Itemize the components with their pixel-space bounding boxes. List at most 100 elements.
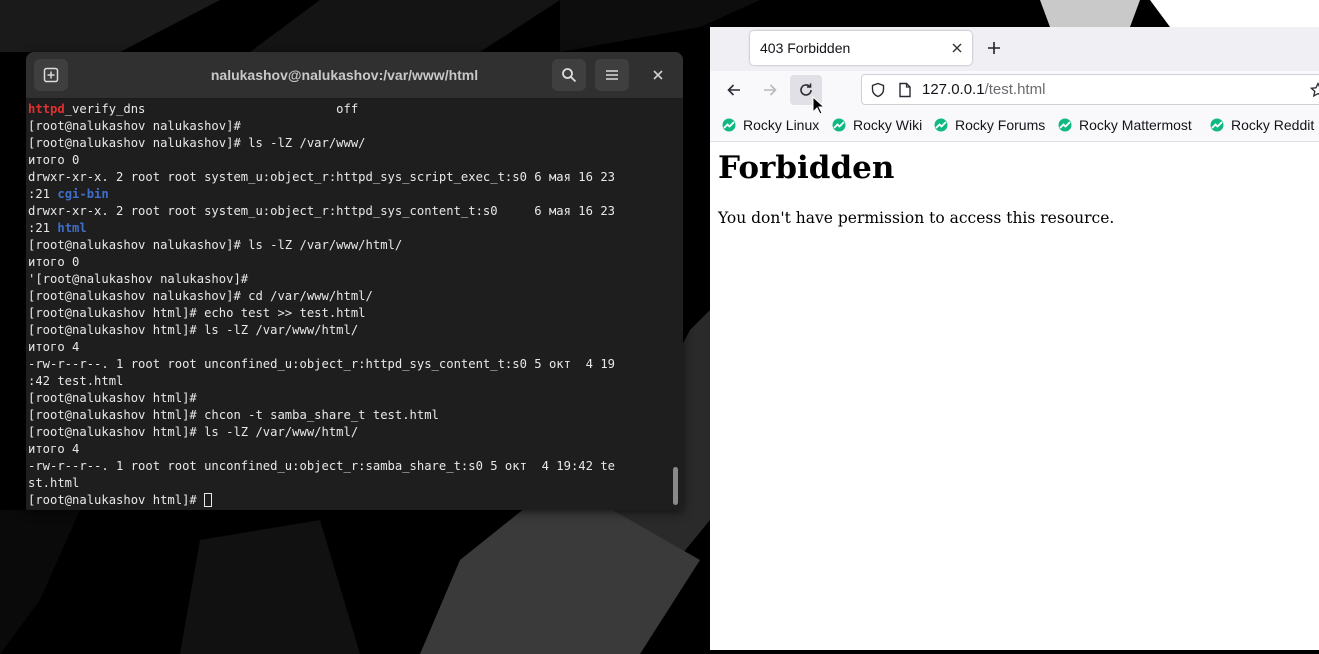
terminal-line: :42 test.html (28, 373, 669, 390)
terminal-text-segment: drwxr-xr-x. 2 root root system_u:object_… (28, 204, 615, 218)
terminal-text-segment: -rw-r--r--. 1 root root unconfined_u:obj… (28, 459, 615, 473)
terminal-text-segment: [root@nalukashov html]# chcon -t samba_s… (28, 408, 439, 422)
close-icon (952, 43, 962, 53)
terminal-text-segment: -rw-r--r--. 1 root root unconfined_u:obj… (28, 357, 615, 371)
rocky-linux-icon (722, 118, 736, 132)
terminal-text-segment: :21 (28, 221, 58, 235)
terminal-scrollbar[interactable] (673, 467, 678, 505)
navigation-toolbar: 127.0.0.1/test.html (710, 71, 1319, 109)
terminal-text-segment: [root@nalukashov html]# (28, 391, 197, 405)
terminal-line: [root@nalukashov html]# ls -lZ /var/www/… (28, 424, 669, 441)
terminal-line: drwxr-xr-x. 2 root root system_u:object_… (28, 169, 669, 186)
terminal-line: [root@nalukashov nalukashov]# ls -lZ /va… (28, 237, 669, 254)
rocky-linux-icon (1210, 118, 1224, 132)
terminal-line: -rw-r--r--. 1 root root unconfined_u:obj… (28, 356, 669, 373)
terminal-line: :21 html (28, 220, 669, 237)
bookmark-item[interactable]: Rocky Reddit (1210, 109, 1314, 141)
terminal-text-segment: итого 4 (28, 340, 80, 354)
terminal-title: nalukashov@nalukashov:/var/www/html (210, 67, 479, 83)
plus-icon (988, 42, 1000, 54)
terminal-text-segment: :21 (28, 187, 58, 201)
terminal-line: [root@nalukashov nalukashov]# (28, 118, 669, 135)
terminal-line: [root@nalukashov html]# chcon -t samba_s… (28, 407, 669, 424)
terminal-text-segment: httpd (28, 102, 65, 116)
terminal-line: итого 0 (28, 254, 669, 271)
browser-window[interactable]: 403 Forbidden 127.0.0.1/test.html Rocky … (710, 27, 1319, 650)
terminal-line: [root@nalukashov nalukashov]# cd /var/ww… (28, 288, 669, 305)
terminal-text-segment: html (57, 221, 87, 235)
terminal-text-segment: итого 4 (28, 442, 80, 456)
menu-button[interactable] (595, 59, 629, 91)
terminal-text-segment: :42 test.html (28, 374, 124, 388)
bookmarks-toolbar: Rocky Linux Rocky Wiki Rocky Forums Rocky M… (710, 109, 1319, 142)
tab-title: 403 Forbidden (760, 40, 851, 56)
rocky-linux-icon (832, 118, 846, 132)
rocky-linux-icon (1058, 118, 1072, 132)
terminal-line: [root@nalukashov html]# (28, 492, 669, 509)
mouse-pointer-icon (812, 96, 824, 115)
terminal-header-bar: nalukashov@nalukashov:/var/www/html (26, 52, 683, 99)
bookmark-label: Rocky Forums (955, 117, 1046, 133)
terminal-text-segment: [root@nalukashov html]# echo test >> tes… (28, 306, 366, 320)
page-heading: Forbidden (718, 150, 895, 186)
new-tab-button[interactable] (984, 38, 1004, 58)
forward-button[interactable] (754, 75, 786, 105)
terminal-line: итого 4 (28, 441, 669, 458)
bookmark-item[interactable]: Rocky Mattermost (1058, 109, 1192, 141)
terminal-text-segment: итого 0 (28, 153, 80, 167)
terminal-line: [root@nalukashov html]# (28, 390, 669, 407)
new-tab-icon (43, 67, 59, 83)
arrow-left-icon (727, 84, 740, 96)
terminal-text-segment: [root@nalukashov nalukashov]# cd /var/ww… (28, 289, 373, 303)
terminal-text-segment: drwxr-xr-x. 2 root root system_u:object_… (28, 170, 615, 184)
bookmark-item[interactable]: Rocky Linux (722, 109, 819, 141)
browser-tab-active[interactable]: 403 Forbidden (750, 31, 972, 65)
terminal-line: :21 cgi-bin (28, 186, 669, 203)
search-button[interactable] (552, 59, 586, 91)
browser-tab-bar: 403 Forbidden (710, 27, 1319, 71)
tab-close-button[interactable] (948, 39, 966, 57)
url-bar[interactable]: 127.0.0.1/test.html (861, 74, 1319, 105)
bookmark-item[interactable]: Rocky Wiki (832, 109, 922, 141)
terminal-close-button[interactable] (648, 65, 668, 85)
new-tab-button[interactable] (34, 59, 68, 91)
terminal-line: [root@nalukashov html]# echo test >> tes… (28, 305, 669, 322)
terminal-text-segment: [root@nalukashov nalukashov]# ls -lZ /va… (28, 136, 366, 150)
terminal-text-segment: [root@nalukashov html]# ls -lZ /var/www/… (28, 323, 359, 337)
terminal-text-segment: [root@nalukashov html]# (28, 493, 205, 507)
url-path: /test.html (984, 81, 1046, 98)
terminal-output[interactable]: httpd_verify_dns off [root@nalukashov nal… (28, 101, 669, 509)
page-icon[interactable] (898, 82, 912, 98)
terminal-text-segment: итого 0 (28, 255, 80, 269)
bookmark-item[interactable]: Rocky Forums (934, 109, 1045, 141)
star-icon[interactable] (1310, 82, 1319, 98)
arrow-right-icon (764, 84, 777, 96)
bookmark-label: Rocky Mattermost (1079, 117, 1192, 133)
bookmark-label: Rocky Reddit (1231, 117, 1315, 133)
url-host: 127.0.0.1 (922, 81, 985, 98)
terminal-text-segment: st.html (28, 476, 80, 490)
terminal-cursor (204, 493, 213, 507)
terminal-text-segment: [root@nalukashov html]# ls -lZ /var/www/… (28, 425, 359, 439)
rocky-linux-icon (934, 118, 948, 132)
terminal-line: drwxr-xr-x. 2 root root system_u:object_… (28, 203, 669, 220)
terminal-window[interactable]: nalukashov@nalukashov:/var/www/html http… (26, 52, 683, 510)
terminal-line: итого 0 (28, 152, 669, 169)
terminal-line: -rw-r--r--. 1 root root unconfined_u:obj… (28, 458, 669, 475)
bookmark-label: Rocky Linux (743, 117, 820, 133)
shield-icon[interactable] (870, 82, 886, 98)
terminal-line: '[root@nalukashov nalukashov]# (28, 271, 669, 288)
terminal-line: st.html (28, 475, 669, 492)
page-message: You don't have permission to access this… (718, 209, 1115, 227)
search-icon (562, 68, 577, 83)
bookmark-label: Rocky Wiki (853, 117, 923, 133)
close-icon (653, 70, 663, 80)
terminal-text-segment: cgi-bin (57, 187, 109, 201)
terminal-line: итого 4 (28, 339, 669, 356)
hamburger-menu-icon (606, 70, 618, 80)
url-text[interactable]: 127.0.0.1/test.html (922, 75, 1045, 104)
terminal-text-segment: [root@nalukashov nalukashov]# (28, 119, 241, 133)
terminal-line: [root@nalukashov html]# ls -lZ /var/www/… (28, 322, 669, 339)
terminal-text-segment: '[root@nalukashov nalukashov]# (28, 272, 249, 286)
back-button[interactable] (718, 75, 750, 105)
